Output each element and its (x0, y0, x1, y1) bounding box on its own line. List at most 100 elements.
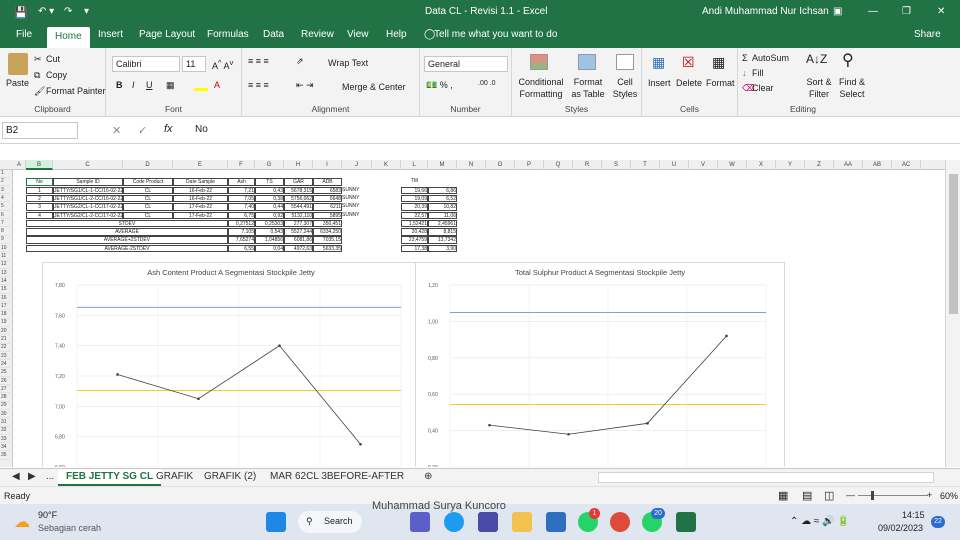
column-header[interactable]: V (689, 160, 718, 170)
cell-styles-button[interactable]: Cell Styles (610, 76, 640, 100)
search-box[interactable]: ⚲ Search (298, 511, 362, 533)
stat-label[interactable]: STDEV (26, 219, 228, 228)
enter-icon[interactable]: ✓ (138, 124, 147, 137)
font-color-icon[interactable]: A (214, 80, 220, 90)
add-sheet-icon[interactable]: ⊕ (416, 469, 440, 486)
format-cells-icon[interactable]: ▦ (712, 54, 725, 71)
stat-cell[interactable]: 0,543 (255, 228, 284, 236)
column-header[interactable]: U (660, 160, 689, 170)
column-header[interactable]: J (342, 160, 372, 170)
column-header[interactable]: S (602, 160, 631, 170)
stat-cell[interactable]: 1,04856 (255, 236, 284, 244)
row-header[interactable]: 1 (0, 170, 13, 178)
font-name-select[interactable]: Calibri (112, 56, 180, 72)
table-cell[interactable]: 2 (26, 194, 53, 203)
table-cell[interactable]: SUNNY (342, 203, 372, 211)
borders-icon[interactable]: ▦ (166, 80, 175, 91)
table-cell[interactable]: 7,05 (228, 194, 255, 203)
zoom-slider-thumb[interactable] (871, 491, 874, 500)
column-header[interactable]: Q (544, 160, 573, 170)
column-header[interactable]: X (747, 160, 776, 170)
column-header[interactable]: D (123, 160, 173, 170)
insert-cells-icon[interactable]: ▦ (652, 54, 665, 71)
page-break-icon[interactable]: ◫ (824, 489, 834, 502)
row-header[interactable]: 15 (0, 286, 13, 294)
row-header[interactable]: 3 (0, 187, 13, 195)
cut-icon[interactable]: ✂ (34, 54, 42, 65)
table-cell[interactable]: 5678,315 (284, 186, 313, 195)
table-cell[interactable]: 0,38 (255, 194, 284, 203)
excel-icon[interactable] (676, 512, 696, 532)
app-icon[interactable] (478, 512, 498, 532)
sulphur-chart[interactable]: Total Sulphur Product A Segmentasi Stock… (415, 262, 785, 467)
row-header[interactable]: 16 (0, 295, 13, 302)
tm-cell[interactable]: 19,09 (401, 194, 428, 203)
table-cell[interactable]: 3 (26, 203, 53, 211)
row-header[interactable]: 26 (0, 378, 13, 385)
tm-cell[interactable]: 17,38 (401, 244, 428, 253)
start-icon[interactable] (266, 512, 286, 532)
column-header[interactable]: T (631, 160, 660, 170)
search-icon[interactable]: ⚲ (842, 50, 854, 70)
tm-cell[interactable]: 6,52 (428, 194, 457, 203)
row-header[interactable]: 12 (0, 261, 13, 269)
format-cells-button[interactable]: Format (706, 78, 735, 88)
store-icon[interactable] (546, 512, 566, 532)
table-cell[interactable]: 7,40 (228, 203, 255, 211)
tab-insert[interactable]: Insert (92, 29, 129, 40)
share-button[interactable]: Share (908, 29, 947, 40)
table-header-cell[interactable]: Date Sample (173, 178, 228, 186)
column-header[interactable]: AA (834, 160, 863, 170)
page-layout-icon[interactable]: ▤ (802, 489, 812, 502)
column-header[interactable]: F (228, 160, 255, 170)
row-header[interactable]: 35 (0, 452, 13, 460)
table-header-cell[interactable]: TS (255, 178, 284, 186)
meet-icon[interactable] (410, 512, 430, 532)
brush-icon[interactable]: 🖌 (34, 86, 45, 97)
stat-cell[interactable]: 0,27512 (228, 219, 255, 228)
column-header[interactable]: Y (776, 160, 805, 170)
column-header[interactable]: K (372, 160, 401, 170)
sort-filter-button[interactable]: Sort & Filter (802, 76, 836, 100)
tell-me-box[interactable]: Tell me what you want to do (428, 29, 563, 40)
orientation-icon[interactable]: ⇗ (296, 56, 304, 67)
zoom-slider[interactable] (858, 495, 928, 496)
paste-button[interactable]: Paste (6, 78, 29, 88)
cell-styles-icon[interactable] (616, 54, 634, 70)
row-header[interactable]: 20 (0, 328, 13, 336)
weather-icon[interactable]: ☁ (14, 512, 30, 532)
tm-cell[interactable]: 23,4759 (401, 236, 428, 244)
find-select-button[interactable]: Find & Select (836, 76, 868, 100)
row-header[interactable]: 13 (0, 270, 13, 278)
row-header[interactable]: 27 (0, 386, 13, 394)
copy-button[interactable]: Copy (46, 70, 67, 80)
tm-cell[interactable]: 8,815 (428, 228, 457, 236)
stat-cell[interactable]: 277,307 (284, 219, 313, 228)
tray-icons[interactable]: ⌃ ☁ ≈ 🔊 🔋 (790, 516, 850, 527)
tab-formulas[interactable]: Formulas (201, 29, 255, 40)
column-header[interactable]: R (573, 160, 602, 170)
stat-cell[interactable]: 5527,244 (284, 228, 313, 236)
align-top-icon[interactable]: ≡ ≡ ≡ (248, 56, 269, 66)
table-header-cell[interactable]: GAR (284, 178, 313, 186)
table-cell[interactable]: JETTY/SG1/CL-2-CC/16-02-22 (53, 194, 123, 203)
row-header[interactable]: 29 (0, 402, 13, 410)
stat-cell[interactable]: 0,25303 (255, 219, 284, 228)
stat-cell[interactable]: 6081,86 (284, 236, 313, 244)
column-header[interactable]: A (13, 160, 26, 170)
row-header[interactable]: 21 (0, 336, 13, 344)
cut-button[interactable]: Cut (46, 54, 60, 64)
autosum-icon[interactable]: Σ (742, 53, 748, 63)
row-header[interactable]: 28 (0, 394, 13, 402)
row-header[interactable]: 14 (0, 278, 13, 286)
table-cell[interactable]: CL (123, 203, 173, 211)
file-explorer-icon[interactable] (512, 512, 532, 532)
close-icon[interactable]: ✕ (937, 6, 945, 17)
table-cell[interactable]: 16-Feb-22 (173, 194, 228, 203)
stat-cell[interactable]: 6334,250 (313, 228, 342, 236)
align-left-icon[interactable]: ≡ ≡ ≡ (248, 80, 269, 90)
column-header[interactable]: G (255, 160, 284, 170)
bold-icon[interactable]: B (116, 80, 123, 90)
clear-button[interactable]: Clear (752, 83, 774, 93)
weather-temp[interactable]: 90°F (38, 510, 57, 520)
